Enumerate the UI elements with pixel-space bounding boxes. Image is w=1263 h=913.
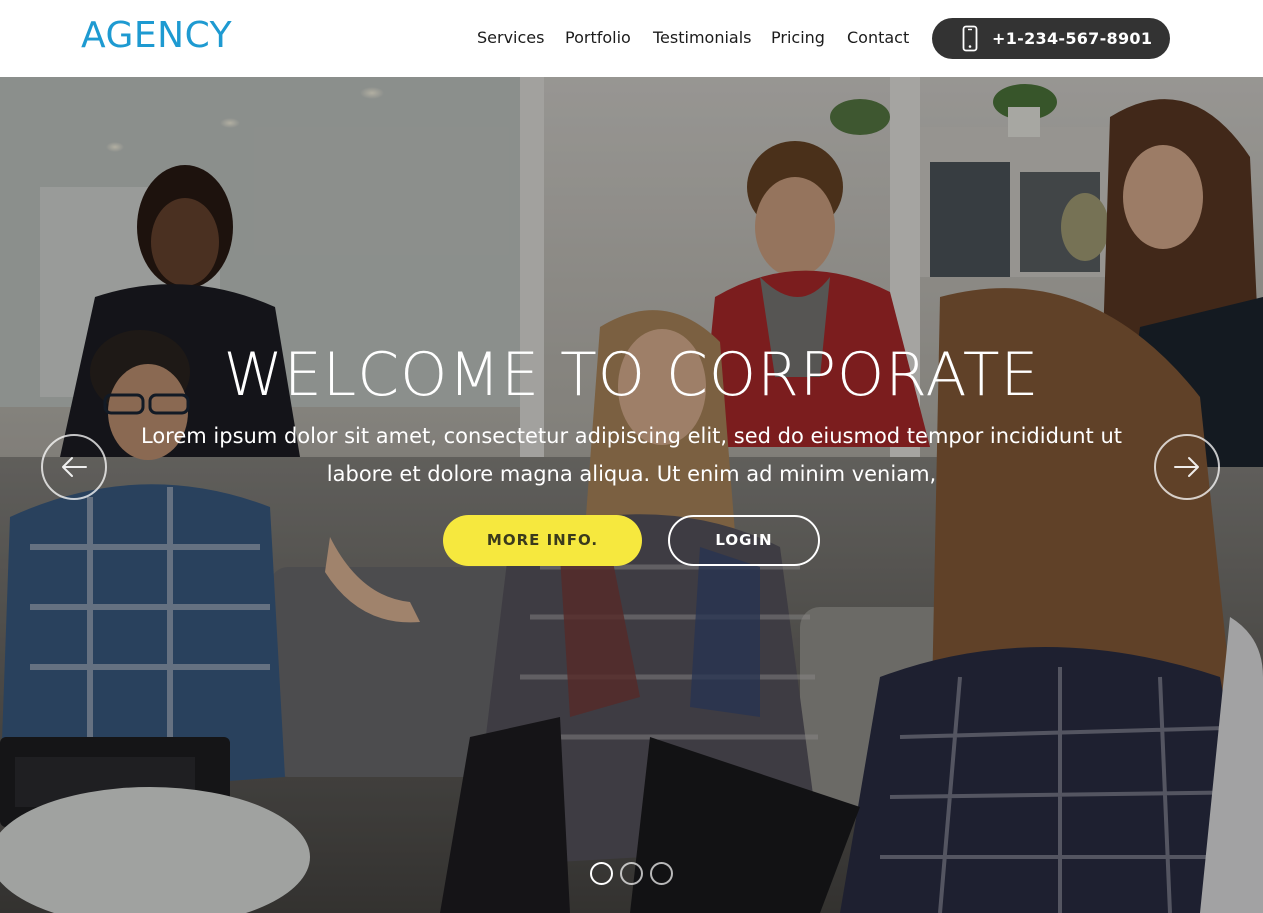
slider-dot-3[interactable] [650,862,673,885]
login-button[interactable]: LOGIN [668,515,820,566]
hero-title: WELCOME TO CORPORATE [223,340,1040,410]
hero-subtitle-line-1: Lorem ipsum dolor sit amet, consectetur … [141,424,1122,448]
slider-dot-2[interactable] [620,862,643,885]
arrow-right-icon [1174,457,1199,477]
slider-next-button[interactable] [1154,434,1220,500]
phone-number: +1-234-567-8901 [992,29,1153,48]
arrow-left-icon [62,457,87,477]
hero-subtitle-line-2: labore et dolore magna aliqua. Ut enim a… [326,462,937,486]
slider-dot-1[interactable] [590,862,613,885]
smartphone-icon [962,25,978,57]
more-info-button[interactable]: MORE INFO. [443,515,642,566]
nav-item-contact[interactable]: Contact [847,27,909,49]
nav-item-portfolio[interactable]: Portfolio [565,27,631,49]
nav-item-testimonials[interactable]: Testimonials [653,27,752,49]
slider-prev-button[interactable] [41,434,107,500]
logo[interactable]: AGENCY [81,14,232,58]
site-header: AGENCY Services Portfolio Testimonials P… [0,0,1263,77]
nav-item-services[interactable]: Services [477,27,544,49]
hero-subtitle: Lorem ipsum dolor sit amet, consectetur … [120,417,1143,493]
hero-overlay [0,77,1263,913]
hero-slider: WELCOME TO CORPORATE Lorem ipsum dolor s… [0,77,1263,913]
phone-button[interactable]: +1-234-567-8901 [932,18,1170,59]
nav-item-pricing[interactable]: Pricing [771,27,825,49]
